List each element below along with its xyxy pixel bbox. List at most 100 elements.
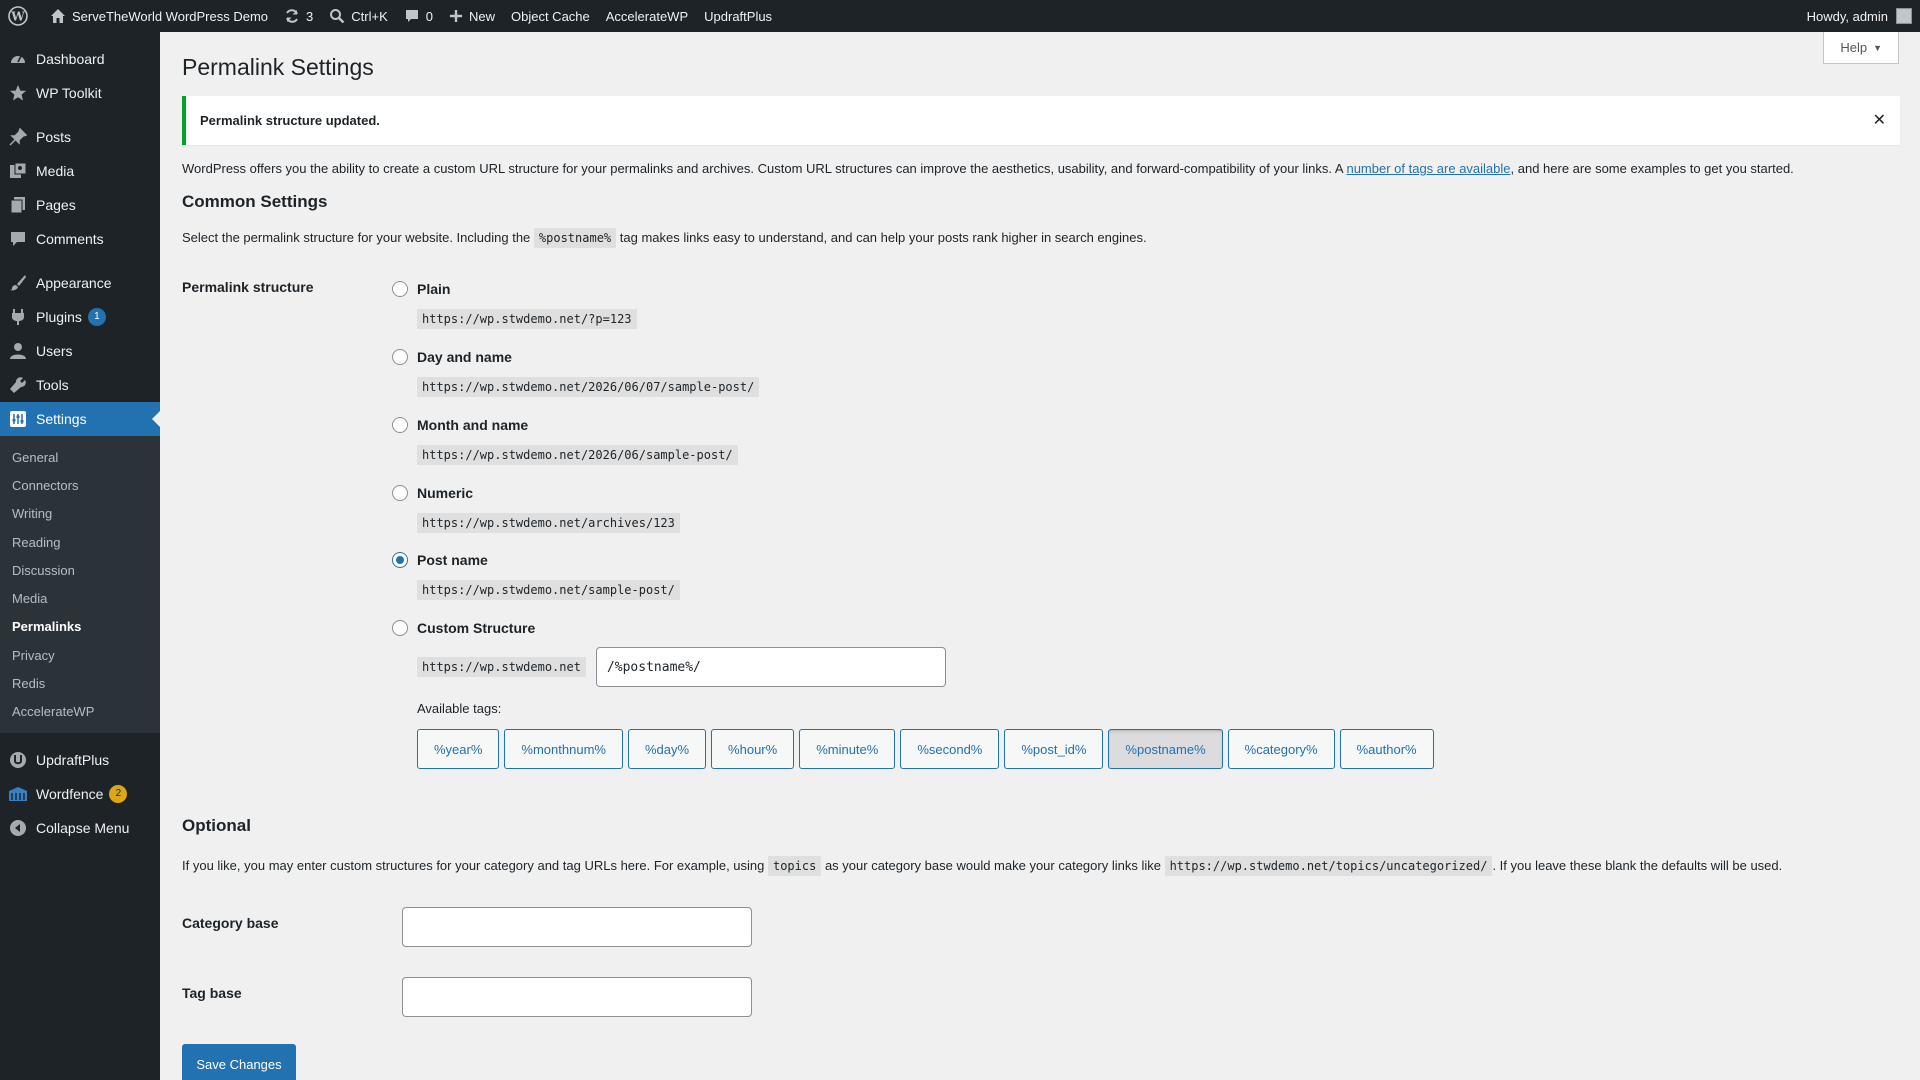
common-desc-before: Select the permalink structure for your … bbox=[182, 229, 534, 245]
optional-desc-middle: as your category base would make your ca… bbox=[821, 858, 1165, 873]
sidebar-item-appearance[interactable]: Appearance bbox=[0, 266, 160, 300]
available-tags-link[interactable]: number of tags are available bbox=[1346, 161, 1510, 176]
command-search[interactable]: Ctrl+K bbox=[321, 0, 395, 32]
avatar bbox=[1896, 8, 1912, 24]
category-base-input[interactable] bbox=[402, 906, 752, 947]
success-notice: Permalink structure updated. ✕ bbox=[182, 96, 1900, 145]
sidebar-item-wp-toolkit[interactable]: WP Toolkit bbox=[0, 76, 160, 110]
sidebar-item-comments[interactable]: Comments bbox=[0, 222, 160, 256]
howdy-text: Howdy, admin bbox=[1806, 8, 1888, 24]
option-numeric-label[interactable]: Numeric bbox=[417, 485, 473, 501]
tag-button-author[interactable]: %author% bbox=[1339, 729, 1434, 769]
radio-month-and-name[interactable] bbox=[392, 417, 408, 433]
submenu-connectors[interactable]: Connectors bbox=[0, 471, 160, 499]
page-title: Permalink Settings bbox=[182, 54, 374, 80]
wordfence-icon bbox=[8, 784, 28, 804]
my-account-menu[interactable]: Howdy, admin bbox=[1807, 8, 1920, 24]
sidebar-label-wp-toolkit: WP Toolkit bbox=[36, 85, 102, 101]
site-name-menu[interactable]: ServeTheWorld WordPress Demo bbox=[42, 0, 276, 32]
common-settings-description: Select the permalink structure for your … bbox=[182, 227, 1900, 248]
acceleratewp-menu[interactable]: AccelerateWP bbox=[598, 0, 696, 32]
main-content: Help ▼ Permalink Settings Permalink stru… bbox=[160, 32, 1920, 1080]
help-tab-button[interactable]: Help ▼ bbox=[1823, 32, 1899, 64]
plugin-icon bbox=[8, 307, 28, 327]
updraftplus-label: UpdraftPlus bbox=[704, 8, 773, 24]
sidebar-item-pages[interactable]: Pages bbox=[0, 188, 160, 222]
comments-menu[interactable]: 0 bbox=[396, 0, 441, 32]
radio-numeric[interactable] bbox=[392, 485, 408, 501]
save-changes-button[interactable]: Save Changes bbox=[182, 1044, 296, 1080]
submenu-permalinks[interactable]: Permalinks bbox=[0, 613, 160, 641]
comment-icon bbox=[404, 8, 420, 24]
tag-button-second[interactable]: %second% bbox=[900, 729, 1000, 769]
tag-button-monthnum[interactable]: %monthnum% bbox=[504, 729, 623, 769]
user-icon bbox=[8, 341, 28, 361]
radio-plain[interactable] bbox=[392, 281, 408, 297]
submenu-discussion[interactable]: Discussion bbox=[0, 556, 160, 584]
sidebar-item-updraftplus[interactable]: UpdraftPlus bbox=[0, 743, 160, 777]
collapse-menu-button[interactable]: Collapse Menu bbox=[0, 811, 160, 845]
option-day-and-name-label[interactable]: Day and name bbox=[417, 349, 512, 365]
submenu-acceleratewp[interactable]: AccelerateWP bbox=[0, 698, 160, 726]
tag-button-hour[interactable]: %hour% bbox=[711, 729, 795, 769]
admin-sidebar: Dashboard WP Toolkit Posts Media Pages C… bbox=[0, 32, 160, 1080]
optional-desc-before: If you like, you may enter custom struct… bbox=[182, 858, 768, 873]
option-custom-structure-label[interactable]: Custom Structure bbox=[417, 620, 535, 636]
tag-button-post-id[interactable]: %post_id% bbox=[1004, 729, 1104, 769]
tag-base-label: Tag base bbox=[182, 984, 242, 1001]
sidebar-item-dashboard[interactable]: Dashboard bbox=[0, 42, 160, 76]
example-category-url-code: https://wp.stwdemo.net/topics/uncategori… bbox=[1164, 856, 1493, 876]
submenu-writing[interactable]: Writing bbox=[0, 500, 160, 528]
sidebar-item-tools[interactable]: Tools bbox=[0, 368, 160, 402]
tag-button-category[interactable]: %category% bbox=[1227, 729, 1335, 769]
svg-text:W: W bbox=[10, 10, 25, 24]
pages-icon bbox=[8, 195, 28, 215]
sidebar-item-users[interactable]: Users bbox=[0, 334, 160, 368]
intro-text-after: , and here are some examples to get you … bbox=[1510, 161, 1794, 176]
tag-button-day[interactable]: %day% bbox=[627, 729, 707, 769]
option-post-name-label[interactable]: Post name bbox=[417, 552, 488, 568]
option-plain: Plain https://wp.stwdemo.net/?p=123 bbox=[392, 278, 1439, 346]
settings-icon bbox=[8, 409, 28, 429]
submenu-media[interactable]: Media bbox=[0, 584, 160, 612]
option-month-and-name-label[interactable]: Month and name bbox=[417, 417, 528, 433]
radio-post-name[interactable] bbox=[392, 552, 408, 568]
acceleratewp-label: AccelerateWP bbox=[605, 8, 689, 24]
sidebar-item-wordfence[interactable]: Wordfence 2 bbox=[0, 777, 160, 811]
radio-custom-structure[interactable] bbox=[392, 620, 408, 636]
submenu-redis[interactable]: Redis bbox=[0, 669, 160, 697]
intro-text: WordPress offers you the ability to crea… bbox=[182, 159, 1900, 179]
optional-description: If you like, you may enter custom struct… bbox=[182, 856, 1900, 876]
topics-code: topics bbox=[767, 856, 822, 876]
updates-menu[interactable]: 3 bbox=[276, 0, 321, 32]
submenu-privacy[interactable]: Privacy bbox=[0, 641, 160, 669]
refresh-icon bbox=[284, 8, 300, 24]
sidebar-label-appearance: Appearance bbox=[36, 275, 112, 291]
option-day-and-name: Day and name https://wp.stwdemo.net/2026… bbox=[392, 346, 1439, 414]
tag-base-input[interactable] bbox=[402, 976, 752, 1017]
new-content-menu[interactable]: New bbox=[441, 0, 503, 32]
sidebar-item-posts[interactable]: Posts bbox=[0, 120, 160, 154]
sidebar-item-media[interactable]: Media bbox=[0, 154, 160, 188]
sidebar-item-plugins[interactable]: Plugins 1 bbox=[0, 300, 160, 334]
dismiss-notice-icon[interactable]: ✕ bbox=[1873, 110, 1886, 130]
submenu-general[interactable]: General bbox=[0, 443, 160, 471]
object-cache-menu[interactable]: Object Cache bbox=[503, 0, 598, 32]
settings-submenu: General Connectors Writing Reading Discu… bbox=[0, 436, 160, 733]
wordpress-logo-menu[interactable]: W bbox=[0, 0, 42, 32]
tag-button-postname[interactable]: %postname% bbox=[1108, 729, 1223, 769]
updraftplus-menu[interactable]: UpdraftPlus bbox=[696, 0, 780, 32]
tag-button-year[interactable]: %year% bbox=[417, 729, 500, 769]
option-day-and-name-example: https://wp.stwdemo.net/2026/06/07/sample… bbox=[417, 377, 760, 397]
option-plain-label[interactable]: Plain bbox=[417, 281, 450, 297]
radio-day-and-name[interactable] bbox=[392, 349, 408, 365]
sidebar-item-settings[interactable]: Settings bbox=[0, 402, 160, 436]
submenu-reading[interactable]: Reading bbox=[0, 528, 160, 556]
custom-structure-input[interactable]: /%postname%/ bbox=[595, 647, 946, 687]
sidebar-label-updraftplus: UpdraftPlus bbox=[36, 751, 110, 768]
caret-down-icon: ▼ bbox=[1873, 42, 1882, 53]
postname-code: %postname% bbox=[533, 227, 617, 248]
available-tags: %year% %monthnum% %day% %hour% %minute% … bbox=[417, 729, 1439, 769]
tag-button-minute[interactable]: %minute% bbox=[799, 729, 896, 769]
search-icon bbox=[329, 8, 345, 24]
